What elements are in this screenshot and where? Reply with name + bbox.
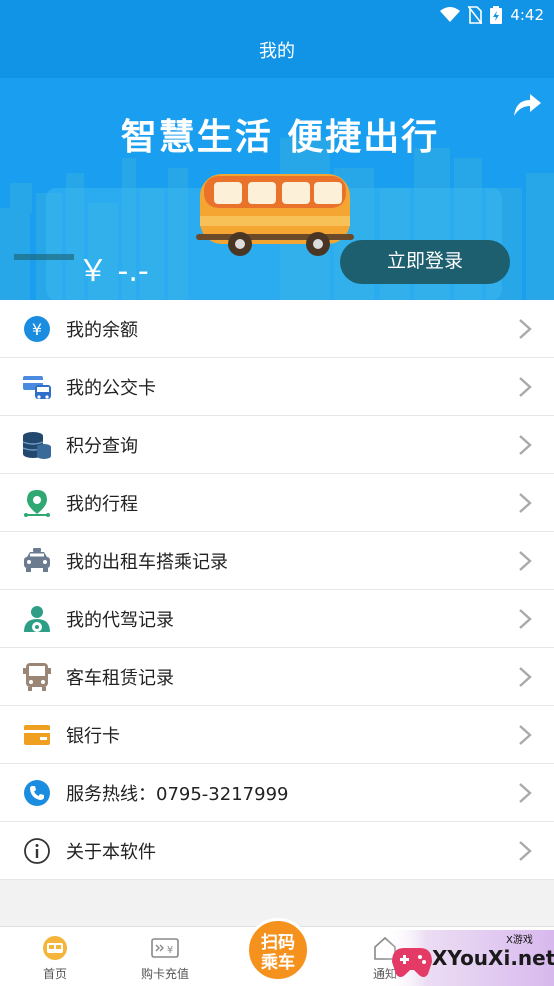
chevron-right-icon bbox=[519, 551, 532, 571]
chevron-right-icon bbox=[519, 725, 532, 745]
menu-item-label: 我的余额 bbox=[66, 319, 138, 341]
chevron-right-icon bbox=[519, 609, 532, 629]
coach-bus-icon bbox=[22, 662, 52, 692]
taxi-icon bbox=[22, 546, 52, 576]
chevron-right-icon bbox=[519, 435, 532, 455]
location-pin-icon bbox=[22, 488, 52, 518]
chevron-right-icon bbox=[519, 493, 532, 513]
menu-item-label: 客车租赁记录 bbox=[66, 667, 174, 689]
status-time: 4:42 bbox=[510, 6, 544, 24]
yuan-icon: ¥ bbox=[22, 314, 52, 344]
scan-ride-button[interactable]: 扫码 乘车 bbox=[246, 918, 310, 982]
menu-item-trips[interactable]: 我的行程 bbox=[0, 474, 554, 532]
menu-item-coach-rental[interactable]: 客车租赁记录 bbox=[0, 648, 554, 706]
bus-card-icon bbox=[22, 372, 52, 402]
menu-item-hotline[interactable]: 服务热线：0795-3217999 bbox=[0, 764, 554, 822]
menu-item-label: 我的公交卡 bbox=[66, 377, 156, 399]
bus-illustration bbox=[196, 174, 354, 256]
status-icons: 4:42 bbox=[440, 5, 544, 25]
menu-item-label: 我的行程 bbox=[66, 493, 138, 515]
menu-item-label: 银行卡 bbox=[66, 725, 120, 747]
menu-item-taxi-records[interactable]: 我的出租车搭乘记录 bbox=[0, 532, 554, 590]
wifi-icon bbox=[440, 7, 461, 22]
menu-item-balance[interactable]: ¥ 我的余额 bbox=[0, 300, 554, 358]
card-recharge-icon: ¥ bbox=[151, 938, 179, 958]
watermark-brand: XYouXi.net bbox=[432, 946, 554, 970]
home-bus-icon bbox=[43, 936, 67, 960]
svg-text:¥: ¥ bbox=[32, 320, 42, 339]
menu-item-label: 我的代驾记录 bbox=[66, 609, 174, 631]
tab-recharge[interactable]: ¥ 购卡充值 bbox=[110, 927, 220, 986]
tab-home[interactable]: 首页 bbox=[0, 927, 110, 986]
no-sim-icon bbox=[468, 6, 483, 24]
menu-item-label: 积分查询 bbox=[66, 435, 138, 457]
chevron-right-icon bbox=[519, 667, 532, 687]
watermark-tag: X游戏 bbox=[506, 935, 533, 946]
svg-text:¥: ¥ bbox=[167, 945, 173, 956]
battery-icon bbox=[490, 6, 503, 24]
page-title: 我的 bbox=[0, 30, 554, 78]
tab-label: 购卡充值 bbox=[140, 967, 189, 981]
chevron-right-icon bbox=[519, 377, 532, 397]
hero-banner: 智慧生活 便捷出行 ￥ -.- 立即登录 bbox=[0, 78, 554, 300]
chevron-right-icon bbox=[519, 783, 532, 803]
menu-item-label: 我的出租车搭乘记录 bbox=[66, 551, 228, 573]
phone-icon bbox=[22, 778, 52, 808]
menu-item-label: 服务热线：0795-3217999 bbox=[66, 783, 289, 805]
menu-item-bank-card[interactable]: 银行卡 bbox=[0, 706, 554, 764]
status-bar: 4:42 bbox=[0, 0, 554, 30]
coins-icon bbox=[22, 430, 52, 460]
bank-card-icon bbox=[22, 720, 52, 750]
chevron-right-icon bbox=[519, 319, 532, 339]
profile-menu: ¥ 我的余额 我的公交卡 积分查询 我的行程 我的出租车搭乘记录 我的代驾记录 … bbox=[0, 300, 554, 880]
menu-item-bus-card[interactable]: 我的公交卡 bbox=[0, 358, 554, 416]
menu-item-points[interactable]: 积分查询 bbox=[0, 416, 554, 474]
scan-button-line1: 扫码 bbox=[261, 933, 295, 953]
chevron-right-icon bbox=[519, 841, 532, 861]
balance-amount: ￥ -.- bbox=[78, 254, 149, 289]
menu-item-about[interactable]: 关于本软件 bbox=[0, 822, 554, 880]
tab-label: 首页 bbox=[42, 967, 67, 981]
scan-button-line2: 乘车 bbox=[261, 953, 295, 973]
driver-icon bbox=[22, 604, 52, 634]
slogan: 智慧生活 便捷出行 bbox=[120, 117, 440, 158]
menu-item-label: 关于本软件 bbox=[66, 841, 156, 863]
login-button[interactable]: 立即登录 bbox=[340, 240, 510, 284]
info-icon bbox=[22, 836, 52, 866]
menu-item-driver-records[interactable]: 我的代驾记录 bbox=[0, 590, 554, 648]
